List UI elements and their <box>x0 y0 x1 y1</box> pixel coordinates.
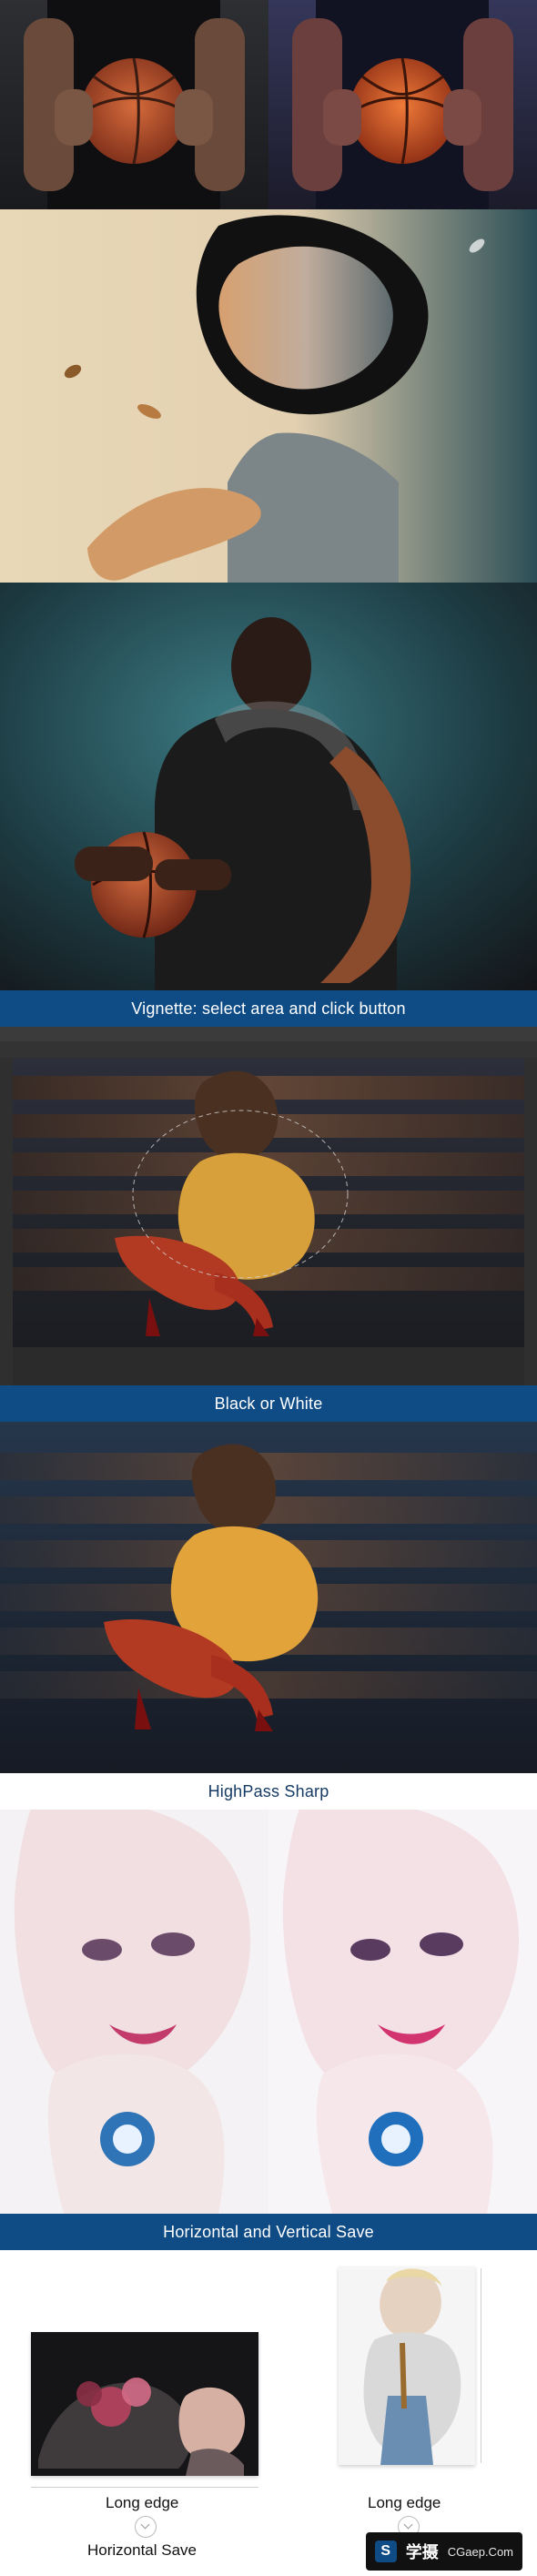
photoshop-screenshot <box>0 1027 537 1385</box>
left-bottom-rule <box>31 2487 258 2488</box>
black-white-banner: Black or White <box>0 1385 537 1422</box>
teal-player-section <box>0 583 537 990</box>
save-section: Long edge Horizontal Save Long edge S 学摄… <box>0 2250 537 2576</box>
vignette-banner: Vignette: select area and click button <box>0 990 537 1027</box>
logo-site-text: CGaep.Com <box>447 2544 513 2559</box>
horizontal-example-photo <box>31 2332 258 2476</box>
basketball-after-photo <box>268 0 537 209</box>
ps-tools-panel <box>0 1058 13 1385</box>
vertical-example-photo <box>339 2267 475 2465</box>
left-long-edge-caption: Long edge <box>106 2494 179 2511</box>
top-basketball-section <box>0 0 537 209</box>
ps-canvas-graphic <box>13 1058 524 1347</box>
ps-options-bar <box>0 1041 537 1058</box>
watermark-logo: S 学摄 CGaep.Com <box>365 2532 522 2571</box>
vertical-example-graphic <box>339 2267 475 2465</box>
highpass-after-photo <box>268 1810 537 2214</box>
right-long-edge-caption: Long edge <box>368 2494 441 2511</box>
horizontal-example-graphic <box>31 2332 258 2476</box>
basketball-after-graphic <box>268 0 537 209</box>
left-chevron-down-icon <box>135 2516 157 2538</box>
ps-right-panel <box>524 1058 537 1385</box>
basketball-before-photo <box>0 0 268 209</box>
highpass-after-graphic <box>268 1810 537 2214</box>
logo-brand-text: 学摄 <box>405 2543 439 2561</box>
logo-mark-icon: S <box>374 2541 397 2562</box>
ps-title-bar <box>0 1027 537 1041</box>
teal-player-graphic <box>0 583 537 990</box>
basketball-before-graphic <box>0 0 268 209</box>
black-white-result-photo <box>0 1422 537 1773</box>
feather-portrait-section <box>0 209 537 583</box>
horizontal-save-caption: Horizontal Save <box>87 2541 198 2559</box>
save-banner: Horizontal and Vertical Save <box>0 2214 537 2250</box>
ps-canvas <box>13 1058 524 1347</box>
highpass-banner: HighPass Sharp <box>0 1773 537 1810</box>
highpass-before-photo <box>0 1810 268 2214</box>
highpass-before-graphic <box>0 1810 268 2214</box>
feather-portrait-graphic <box>0 209 537 583</box>
highpass-portraits-section <box>0 1810 537 2214</box>
black-white-result-graphic <box>0 1422 537 1773</box>
